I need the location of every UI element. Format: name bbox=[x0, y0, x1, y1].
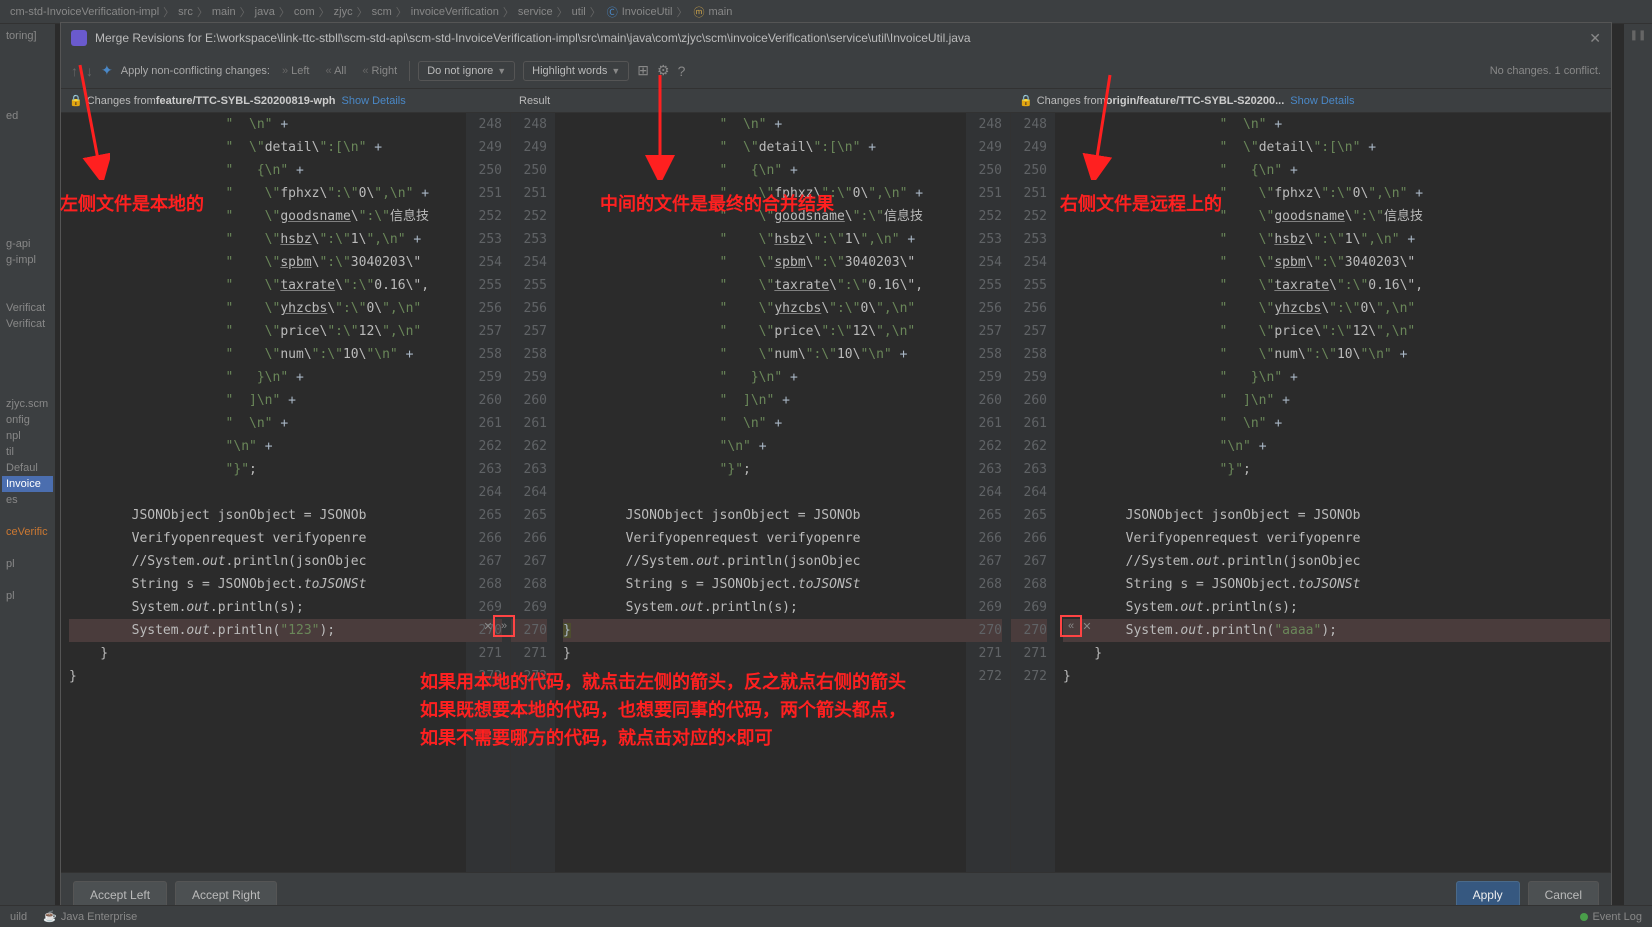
highlight-dropdown[interactable]: Highlight words▼ bbox=[523, 61, 629, 81]
sync-scroll-icon[interactable]: ⊞ bbox=[637, 62, 649, 79]
apply-right-btn[interactable]: « Right bbox=[358, 63, 401, 79]
method-icon: ⓜ bbox=[693, 4, 704, 20]
mid-gutter-r: 2482492502512522532542552562572582592602… bbox=[966, 113, 1010, 872]
right-pane-header: 🔒 Changes from origin/feature/TTC-SYBL-S… bbox=[1011, 89, 1611, 112]
event-log[interactable]: Event Log bbox=[1580, 911, 1642, 923]
status-dot-icon bbox=[1580, 913, 1588, 921]
apply-label: Apply non-conflicting changes: bbox=[121, 65, 270, 77]
left-pane[interactable]: " \n" + " \"detail\":[\n" + " {\n" + " \… bbox=[61, 113, 511, 872]
breadcrumb-nav[interactable]: cm-std-InvoiceVerification-impl〉 src〉 ma… bbox=[0, 0, 1652, 24]
mid-pane-header: Result bbox=[511, 89, 1011, 112]
next-diff-icon[interactable]: ↓ bbox=[86, 63, 93, 79]
apply-left-btn[interactable]: » Left bbox=[278, 63, 314, 79]
merge-toolbar: ↑ ↓ ✦ Apply non-conflicting changes: » L… bbox=[61, 53, 1611, 89]
right-pane[interactable]: 2482492502512522532542552562572582592602… bbox=[1011, 113, 1611, 872]
project-sidebar-fragment[interactable]: toring] ed g-api g-impl Verificat Verifi… bbox=[0, 24, 55, 905]
right-tool-gutter[interactable]: ❚❚ bbox=[1624, 24, 1652, 905]
left-gutter: 2482492502512522532542552562572582592602… bbox=[466, 113, 510, 872]
build-tool[interactable]: uild bbox=[10, 911, 27, 923]
panes-header: 🔒 Changes from feature/TTC-SYBL-S2020081… bbox=[61, 89, 1611, 113]
left-code[interactable]: " \n" + " \"detail\":[\n" + " {\n" + " \… bbox=[61, 113, 466, 872]
java-ee-tool[interactable]: ☕Java Enterprise bbox=[43, 910, 137, 923]
statusbar: uild ☕Java Enterprise Event Log bbox=[0, 905, 1652, 927]
lock-icon: 🔒 bbox=[1019, 94, 1033, 107]
conflict-status: No changes. 1 conflict. bbox=[1490, 65, 1601, 77]
pause-icon[interactable]: ❚❚ bbox=[1630, 30, 1647, 41]
intellij-icon bbox=[71, 30, 87, 46]
apply-all-btn[interactable]: « All bbox=[322, 63, 351, 79]
merge-dialog: Merge Revisions for E:\workspace\link-tt… bbox=[60, 22, 1612, 917]
help-icon[interactable]: ? bbox=[678, 63, 686, 79]
left-pane-header: 🔒 Changes from feature/TTC-SYBL-S2020081… bbox=[61, 89, 511, 112]
settings-icon[interactable]: ⚙ bbox=[657, 62, 670, 79]
magic-resolve-icon[interactable]: ✦ bbox=[101, 62, 113, 79]
annotation-box-right bbox=[1060, 615, 1082, 637]
dialog-title-text: Merge Revisions for E:\workspace\link-tt… bbox=[95, 31, 971, 45]
mid-gutter: 2482492502512522532542552562572582592602… bbox=[511, 113, 555, 872]
prev-diff-icon[interactable]: ↑ bbox=[71, 63, 78, 79]
ignore-dropdown[interactable]: Do not ignore▼ bbox=[418, 61, 515, 81]
right-code[interactable]: " \n" + " \"detail\":[\n" + " {\n" + " \… bbox=[1055, 113, 1610, 872]
mid-code[interactable]: " \n" + " \"detail\":[\n" + " {\n" + " \… bbox=[555, 113, 966, 872]
close-icon[interactable]: ✕ bbox=[1589, 30, 1601, 47]
lock-icon: 🔒 bbox=[69, 94, 83, 107]
merge-panes: " \n" + " \"detail\":[\n" + " {\n" + " \… bbox=[61, 113, 1611, 872]
dialog-titlebar: Merge Revisions for E:\workspace\link-tt… bbox=[61, 23, 1611, 53]
show-details-right[interactable]: Show Details bbox=[1290, 95, 1354, 107]
reject-right-icon[interactable]: ✕ bbox=[1080, 619, 1094, 633]
annotation-box-left bbox=[493, 615, 515, 637]
class-icon: Ⓒ bbox=[607, 4, 618, 20]
show-details-left[interactable]: Show Details bbox=[342, 95, 406, 107]
right-gutter: 2482492502512522532542552562572582592602… bbox=[1011, 113, 1055, 872]
result-pane[interactable]: 2482492502512522532542552562572582592602… bbox=[511, 113, 1011, 872]
